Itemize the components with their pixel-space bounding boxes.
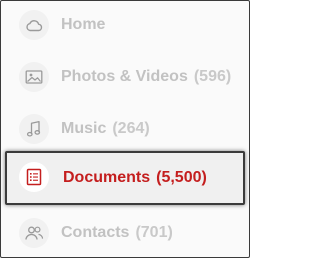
sidebar-panel: Home Photos & Videos (596) Music (264) D… [0, 0, 250, 258]
music-label: Music [61, 120, 107, 137]
contacts-label: Contacts [61, 224, 130, 241]
home-label: Home [61, 16, 106, 33]
cloud-icon [19, 10, 49, 40]
sidebar-item-label: Contacts (701) [61, 224, 173, 242]
documents-count: (5,500) [156, 169, 207, 186]
sidebar-item-photos-videos[interactable]: Photos & Videos (596) [1, 51, 249, 103]
sidebar-item-label: Photos & Videos (596) [61, 68, 231, 86]
contacts-icon [19, 218, 49, 248]
sidebar-item-contacts[interactable]: Contacts (701) [1, 207, 249, 257]
photo-icon [19, 62, 49, 92]
music-count: (264) [112, 120, 150, 137]
documents-label: Documents [63, 169, 151, 186]
sidebar-item-label: Documents (5,500) [63, 169, 207, 187]
contacts-count: (701) [135, 224, 173, 241]
sidebar-item-music[interactable]: Music (264) [1, 103, 249, 155]
photos-videos-count: (596) [193, 68, 232, 85]
sidebar-item-documents[interactable]: Documents (5,500) [5, 151, 245, 205]
music-note-icon [19, 114, 49, 144]
sidebar-item-home[interactable]: Home [1, 1, 249, 51]
document-list-icon [19, 162, 49, 192]
sidebar-item-label: Home [61, 16, 105, 34]
sidebar-item-label: Music (264) [61, 120, 150, 138]
photos-videos-label: Photos & Videos [61, 68, 188, 85]
